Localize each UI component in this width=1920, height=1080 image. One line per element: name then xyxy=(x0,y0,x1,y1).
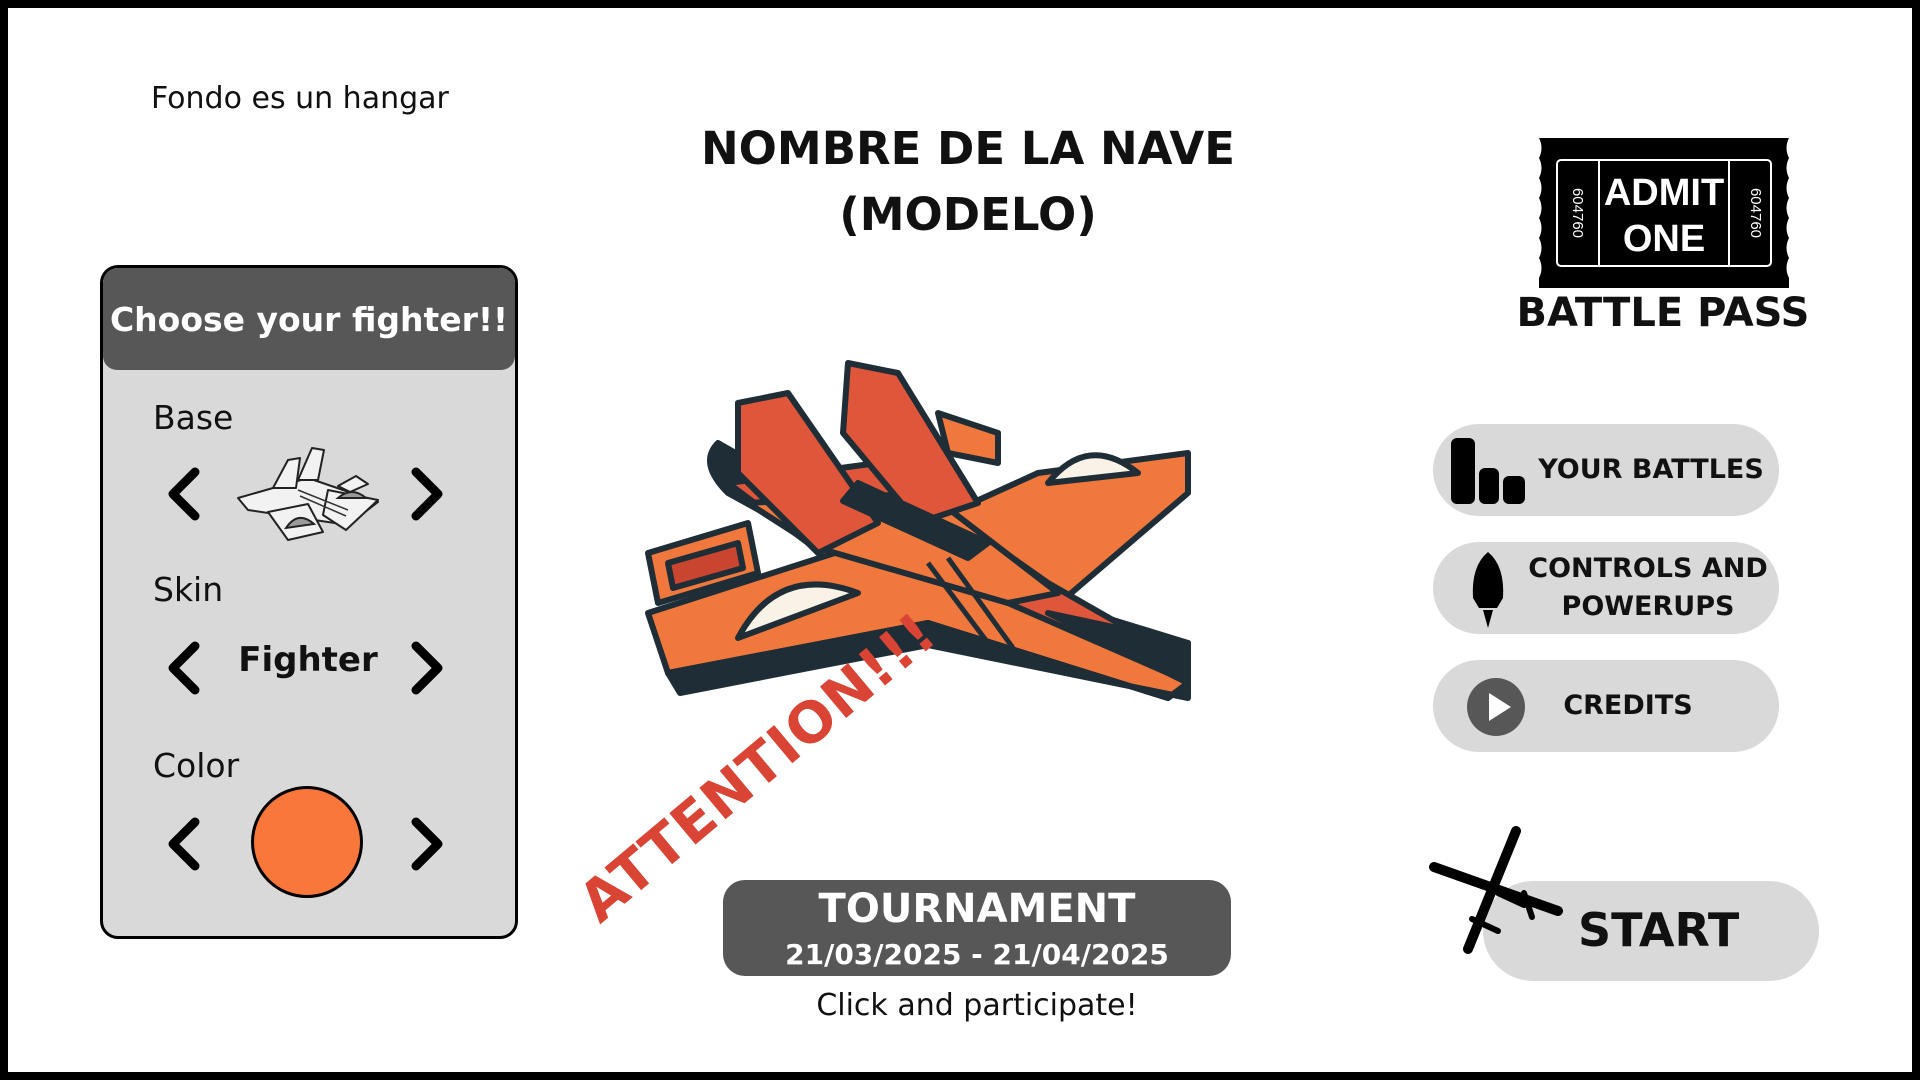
credits-label: CREDITS xyxy=(1563,690,1693,721)
tournament-cta[interactable]: Click and participate! xyxy=(723,988,1231,1023)
ship-name: NOMBRE DE LA NAVE xyxy=(701,122,1235,175)
controls-label-line1: CONTROLS AND xyxy=(1528,553,1768,584)
controls-and-powerups-button[interactable]: CONTROLS AND POWERUPS xyxy=(1433,542,1779,634)
background-note: Fondo es un hangar xyxy=(151,81,449,116)
crossed-swords-icon xyxy=(1429,826,1563,954)
color-prev-arrow-icon[interactable] xyxy=(163,816,203,872)
base-prev-arrow-icon[interactable] xyxy=(163,466,203,522)
color-label: Color xyxy=(153,746,240,785)
tournament-banner[interactable]: TOURNAMENT 21/03/2025 - 21/04/2025 xyxy=(723,880,1231,976)
ticket-serial-right: 604760 xyxy=(1747,188,1764,238)
battle-pass-label[interactable]: BATTLE PASS xyxy=(1508,290,1818,336)
skin-next-arrow-icon[interactable] xyxy=(408,640,448,696)
your-battles-label: YOUR BATTLES xyxy=(1538,454,1764,485)
skin-prev-arrow-icon[interactable] xyxy=(163,640,203,696)
game-screen: Fondo es un hangar NOMBRE DE LA NAVE (MO… xyxy=(8,8,1912,1072)
play-icon xyxy=(1467,678,1525,736)
your-battles-button[interactable]: YOUR BATTLES xyxy=(1433,424,1779,516)
tournament-title: TOURNAMENT xyxy=(818,886,1136,932)
ticket-line2: ONE xyxy=(1623,218,1705,260)
color-next-arrow-icon[interactable] xyxy=(408,816,448,872)
base-ship-preview-icon xyxy=(237,447,379,541)
fighter-jet-illustration xyxy=(645,360,1191,701)
tournament-dates: 21/03/2025 - 21/04/2025 xyxy=(785,938,1169,971)
base-next-arrow-icon[interactable] xyxy=(408,466,448,522)
credits-button[interactable]: CREDITS xyxy=(1433,660,1779,752)
skin-value: Fighter xyxy=(238,640,378,680)
ship-title: NOMBRE DE LA NAVE (MODELO) xyxy=(648,116,1288,248)
ticket-serial-left: 604760 xyxy=(1569,188,1586,238)
ticket-line1: ADMIT xyxy=(1604,172,1724,214)
base-label: Base xyxy=(153,398,234,437)
color-swatch[interactable] xyxy=(251,786,363,898)
ship-model: (MODELO) xyxy=(839,188,1097,241)
skin-label: Skin xyxy=(153,570,224,609)
controls-label-line2: POWERUPS xyxy=(1561,591,1735,622)
panel-title: Choose your fighter!! xyxy=(103,268,515,370)
battle-pass-ticket-icon[interactable]: ADMIT ONE 604760 604760 xyxy=(1529,138,1799,288)
rocket-icon xyxy=(1472,552,1504,628)
fighter-selection-panel: Choose your fighter!! Base Skin Fighter … xyxy=(100,265,518,939)
bar-chart-icon xyxy=(1451,438,1525,504)
start-label: START xyxy=(1578,903,1740,957)
